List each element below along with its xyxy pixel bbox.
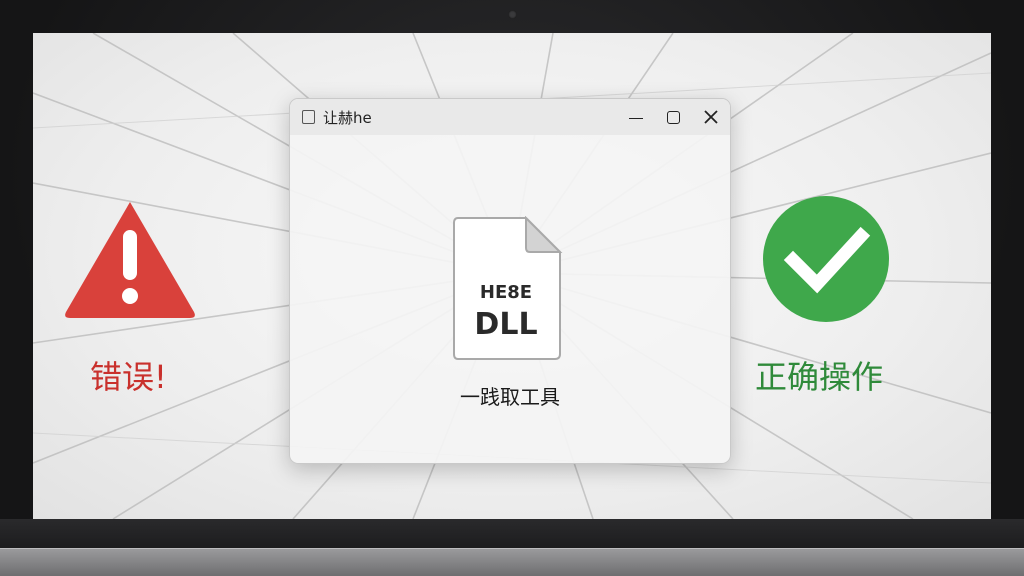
- minimize-icon: [629, 117, 643, 119]
- dialog-window: 让赫he HE8E DLL 一践取工具: [289, 98, 731, 464]
- monitor-stand-bar: [0, 548, 1024, 576]
- minimize-button[interactable]: [623, 105, 649, 129]
- error-label: 错误!: [90, 358, 167, 396]
- warning-triangle-icon: [65, 202, 195, 318]
- maximize-button[interactable]: [660, 105, 686, 129]
- close-button[interactable]: [698, 105, 724, 129]
- close-icon: [704, 110, 718, 124]
- file-icon-text-top: HE8E: [480, 282, 532, 303]
- checkmark-circle-icon: [763, 196, 889, 322]
- file-icon-text-dll: DLL: [474, 307, 537, 342]
- dialog-titlebar[interactable]: 让赫he: [290, 99, 730, 135]
- webcam: [508, 10, 517, 19]
- monitor-frame: 错误! 正确操作 让赫he HE8E DLL 一践取工具: [0, 0, 1024, 576]
- file-label: 一践取工具: [460, 385, 560, 409]
- maximize-icon: [666, 110, 680, 124]
- document-icon[interactable]: HE8E DLL: [452, 216, 564, 362]
- success-label: 正确操作: [755, 358, 884, 396]
- dialog-title: 让赫he: [323, 108, 372, 127]
- window-icon: [302, 110, 315, 124]
